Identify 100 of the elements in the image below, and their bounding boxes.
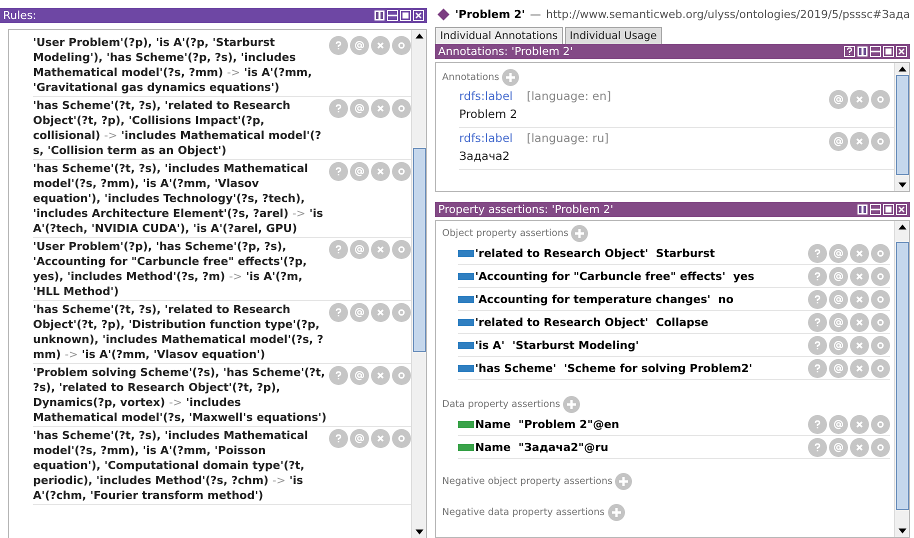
at-sign-icon[interactable]: [829, 90, 848, 109]
at-sign-icon[interactable]: [829, 244, 848, 263]
at-sign-icon[interactable]: [350, 429, 370, 448]
at-sign-icon[interactable]: [829, 290, 848, 309]
at-sign-icon[interactable]: [350, 36, 370, 55]
entity-name: 'Problem 2': [455, 8, 526, 20]
property-icon: [458, 342, 474, 348]
help-icon[interactable]: [844, 46, 855, 57]
property-icon: [458, 272, 474, 280]
at-sign-icon[interactable]: [829, 336, 848, 355]
delete-icon[interactable]: [850, 267, 869, 286]
edit-icon[interactable]: [392, 303, 412, 322]
panel-title: Property assertions: 'Problem 2': [438, 203, 614, 216]
scrollbar[interactable]: [411, 30, 426, 538]
delete-icon[interactable]: [371, 240, 390, 259]
rule-text: 'Problem solving Scheme'(?s), 'has Scheme'(?t, ?s), 'related to Research Object'(?t, ?p), Dynamics(?p, vortex) -> 'includes Mathematical model'(?s, 'Maxwell's equations'): [33, 365, 328, 425]
close-icon[interactable]: [896, 204, 907, 215]
close-icon[interactable]: [413, 10, 424, 21]
at-sign-icon[interactable]: [350, 99, 370, 118]
edit-icon[interactable]: [871, 438, 890, 457]
edit-icon[interactable]: [392, 240, 412, 259]
annotation-property[interactable]: rdfs:label: [459, 131, 513, 145]
language-tag: [language: en]: [526, 89, 612, 103]
delete-icon[interactable]: [850, 290, 869, 309]
add-icon[interactable]: [615, 473, 632, 490]
split-horizontal-icon[interactable]: [870, 46, 881, 57]
edit-icon[interactable]: [871, 359, 890, 378]
maximize-icon[interactable]: [883, 46, 894, 57]
at-sign-icon[interactable]: [829, 415, 848, 434]
edit-icon[interactable]: [871, 290, 890, 309]
scroll-down-icon[interactable]: [898, 528, 906, 534]
scroll-up-icon[interactable]: [414, 33, 424, 39]
tab[interactable]: Individual Annotations: [435, 27, 563, 44]
delete-icon[interactable]: [371, 36, 390, 55]
delete-icon[interactable]: [371, 162, 390, 181]
delete-icon[interactable]: [850, 336, 869, 355]
assertion-text: 'Accounting for "Carbuncle free" effects' yes: [475, 270, 756, 282]
split-vertical-icon[interactable]: [374, 10, 386, 21]
rule-text: 'User Problem'(?p), 'is A'(?p, 'Starburst Modeling'), 'has Scheme'(?p, ?s), 'includes Mathematical model'(?s, ?mm) -> 'is A'(?mm, 'Gravitational gas dynamics equations'): [33, 35, 313, 95]
individual-icon: [437, 8, 450, 20]
split-horizontal-icon[interactable]: [870, 204, 881, 215]
annotation-property[interactable]: rdfs:label: [459, 89, 513, 103]
delete-icon[interactable]: [850, 359, 869, 378]
delete-icon[interactable]: [371, 429, 390, 448]
delete-icon[interactable]: [850, 132, 869, 151]
rule-text: 'has Scheme'(?t, ?s), 'includes Mathematical model'(?s, ?mm), 'is A'(?mm, 'Vlasov equation'), 'includes Technology'(?s, ?tech), 'includes Architecture Element'(?s, ?arel) -> 'is A'(?tech, 'NVIDIA CUDA'), 'is A'(?arel, GPU): [33, 161, 324, 236]
at-sign-icon[interactable]: [350, 162, 370, 181]
scrollbar[interactable]: [894, 221, 909, 537]
add-icon[interactable]: [502, 69, 520, 86]
at-sign-icon[interactable]: [350, 240, 370, 259]
split-horizontal-icon[interactable]: [387, 10, 398, 21]
edit-icon[interactable]: [392, 366, 412, 385]
property-icon: [458, 364, 474, 372]
at-sign-icon[interactable]: [829, 132, 848, 151]
add-icon[interactable]: [563, 396, 580, 413]
section-label: Negative data property assertions: [442, 507, 605, 518]
section-label: Data property assertions: [442, 399, 560, 410]
close-icon[interactable]: [896, 46, 907, 57]
at-sign-icon[interactable]: [829, 438, 848, 457]
panel-title: Annotations: 'Problem 2': [438, 45, 573, 58]
assertion-text: 'related to Research Object' Starburst: [475, 246, 716, 260]
at-sign-icon[interactable]: [829, 359, 848, 378]
edit-icon[interactable]: [871, 132, 890, 151]
delete-icon[interactable]: [371, 303, 390, 322]
edit-icon[interactable]: [871, 90, 890, 109]
add-icon[interactable]: [608, 504, 625, 521]
scroll-up-icon[interactable]: [898, 224, 906, 230]
property-icon: [458, 296, 474, 302]
edit-icon[interactable]: [871, 244, 890, 263]
delete-icon[interactable]: [850, 244, 869, 263]
edit-icon[interactable]: [392, 162, 412, 181]
property-icon: [458, 250, 474, 256]
delete-icon[interactable]: [850, 438, 869, 457]
scrollbar[interactable]: [894, 63, 909, 191]
edit-icon[interactable]: [871, 336, 890, 355]
delete-icon[interactable]: [850, 90, 869, 109]
rule-text: 'has Scheme'(?t, ?s), 'related to Research Object'(?t, ?p), 'Collisions Impact'(?p, collisional) -> 'includes Mathematical model'(?s, 'Collision term as an Object'): [33, 98, 322, 158]
edit-icon[interactable]: [871, 313, 890, 332]
delete-icon[interactable]: [850, 313, 869, 332]
edit-icon[interactable]: [392, 99, 412, 118]
maximize-icon[interactable]: [883, 204, 894, 215]
scroll-up-icon[interactable]: [898, 66, 906, 72]
edit-icon[interactable]: [871, 415, 890, 434]
at-sign-icon[interactable]: [829, 313, 848, 332]
delete-icon[interactable]: [850, 415, 869, 434]
add-icon[interactable]: [571, 225, 588, 242]
at-sign-icon[interactable]: [350, 366, 370, 385]
split-vertical-icon[interactable]: [857, 46, 868, 57]
tab[interactable]: Individual Usage: [564, 27, 662, 44]
at-sign-icon[interactable]: [829, 267, 848, 286]
edit-icon[interactable]: [871, 267, 890, 286]
split-vertical-icon[interactable]: [857, 204, 868, 215]
scroll-down-icon[interactable]: [898, 182, 906, 188]
delete-icon[interactable]: [371, 366, 390, 385]
delete-icon[interactable]: [371, 99, 390, 118]
annotation-value: Problem 2: [459, 107, 518, 121]
scroll-down-icon[interactable]: [414, 529, 424, 535]
edit-icon[interactable]: [392, 429, 412, 448]
at-sign-icon[interactable]: [350, 303, 370, 322]
maximize-icon[interactable]: [400, 10, 412, 21]
